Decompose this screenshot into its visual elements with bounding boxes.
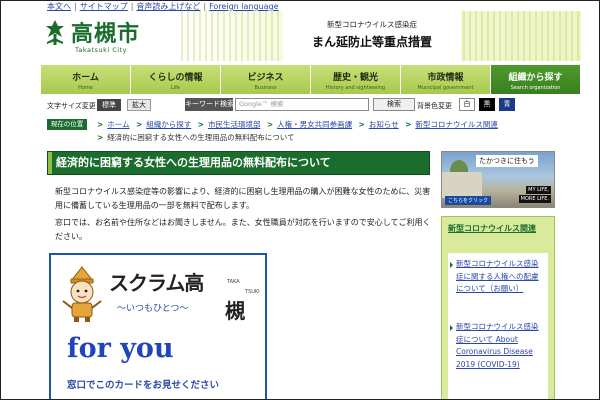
crumb-arrow-icon: > [405,120,412,129]
card-scrum-text: スクラム高 [109,271,204,295]
crumb-search-organization[interactable]: 組織から探す [146,120,191,129]
crumb-citizen-life[interactable]: 市民生活環境部 [208,120,261,129]
bullet-icon [450,325,453,331]
page-title: 経済的に困窮する女性への生理用品の無料配布について [47,151,430,175]
bullet-icon [450,262,453,268]
nav-life[interactable]: くらしの情報 Life [131,65,221,94]
banner-heading: たかつきに住もう [476,155,538,167]
city-name-english: Takatsuki City [75,46,127,54]
crumb-current: 経済的に困窮する女性への生理用品の無料配布について [107,133,295,142]
bg-blue-button[interactable]: 青 [499,98,515,111]
nav-business[interactable]: ビジネス Business [221,65,311,94]
covid-related-title-link[interactable]: 新型コロナウイルス関連 [448,222,548,235]
nav-history-sightseeing[interactable]: 歴史・観光 History and sightseeing [311,65,401,94]
nav-municipal-government[interactable]: 市政情報 Municipal government [401,65,491,94]
covid-related-list: 新型コロナウイルス感染症に関する人権への配慮について（お願い） 新型コロナウイル… [448,253,548,399]
banner-more-life: MORE LIFE. [518,195,551,203]
card-tsuki-text: TSUKI [245,289,260,295]
banner-line2: まん延防止等重点措置 [311,35,432,49]
live-in-takatsuki-banner[interactable]: たかつきに住もう MY LIFE, MORE LIFE. こちらをクリック [441,151,555,208]
breadcrumb: 現在の位置 > ホーム > 組織から探す > 市民生活環境部 > 人権・男女共同参画課 … [47,118,587,146]
tools-row: 文字サイズ変更 標準 拡大 キーワード検索 Google™ 検索 検索 背景色変… [47,98,587,112]
scrum-takatsuki-card-image: スクラム高 TAKA TSUKI 槻 ～いつもひとつ～ for you 窓口でこ… [49,253,267,399]
mascot-icon [62,266,102,322]
font-enlarge-button[interactable]: 拡大 [127,99,151,111]
card-taka-text: TAKA [227,279,240,285]
crumb-human-rights[interactable]: 人権・男女共同参画課 [277,120,352,129]
covid-link-about[interactable]: 新型コロナウイルス感染症について About Coronavirus Disea… [456,321,544,371]
body-paragraph-2: 窓口では、お名前や住所などはお聞きしません。また、女性職員が対応を行いますので安… [55,218,431,241]
nav-search-organization[interactable]: 組織から探す Search organization [491,65,581,94]
covid-related-box: 新型コロナウイルス関連 新型コロナウイルス感染症に関する人権への配慮について（お… [441,216,555,399]
crumb-arrow-icon: > [97,133,104,142]
crumb-arrow-icon: > [266,120,274,129]
foreign-language-link[interactable]: Foreign language [209,2,278,11]
banner-click-label: こちらをクリック [445,196,492,205]
city-emblem-icon [46,20,64,45]
card-tagline: ～いつもひとつ～ [117,304,189,314]
bg-white-button[interactable]: 白 [459,98,475,111]
building-icon [442,172,482,198]
nav-home[interactable]: ホーム Home [41,65,131,94]
city-logo[interactable]: 高槻市 Takatsuki City [41,15,181,63]
sitemap-link[interactable]: サイトマップ [80,2,128,11]
crumb-covid[interactable]: 新型コロナウイルス関連 [415,120,498,129]
text-to-speech-link[interactable]: 音声読み上げなど [136,2,200,11]
crumb-arrow-icon: > [135,120,143,129]
crumb-notices[interactable]: お知らせ [369,120,399,129]
covid-measures-banner[interactable]: 新型コロナウイルス感染症 まん延防止等重点措置 [283,11,461,61]
bg-black-button[interactable]: 黒 [479,98,495,111]
global-nav: ホーム Home くらしの情報 Life ビジネス Business 歴史・観光 His… [41,65,581,94]
search-button[interactable]: 検索 [373,98,415,111]
font-standard-button[interactable]: 標準 [97,99,121,111]
skip-to-content-link[interactable]: 本文へ [47,2,71,11]
card-kanji: 槻 [225,299,245,323]
banner-line1: 新型コロナウイルス感染症 [327,20,417,29]
crumb-arrow-icon: > [97,120,104,129]
banner-my-life: MY LIFE, [526,186,551,194]
card-note: 窓口でこのカードをお見せください [67,380,220,391]
covid-link-human-rights[interactable]: 新型コロナウイルス感染症に関する人権への配慮について（お願い） [456,258,544,296]
crumb-arrow-icon: > [197,120,204,129]
body-paragraph-1: 新型コロナウイルス感染症等の影響により、経済的に困窮し生理用品の購入が困難な女性… [55,187,431,210]
page-frame: 本文へ | サイトマップ | 音声読み上げなど | Foreign language 高槻市… [0,0,600,400]
bg-color-label: 背景色変更 [417,102,452,110]
crumb-arrow-icon: > [358,120,365,129]
city-name: 高槻市 [71,22,141,47]
crumb-home[interactable]: ホーム [107,120,129,129]
font-size-label: 文字サイズ変更 [47,102,96,110]
keyword-search-label: キーワード検索 [185,98,234,111]
current-location-badge: 現在の位置 [47,119,87,130]
card-for-you: for you [67,333,174,364]
search-input[interactable]: Google™ 検索 [235,98,369,111]
